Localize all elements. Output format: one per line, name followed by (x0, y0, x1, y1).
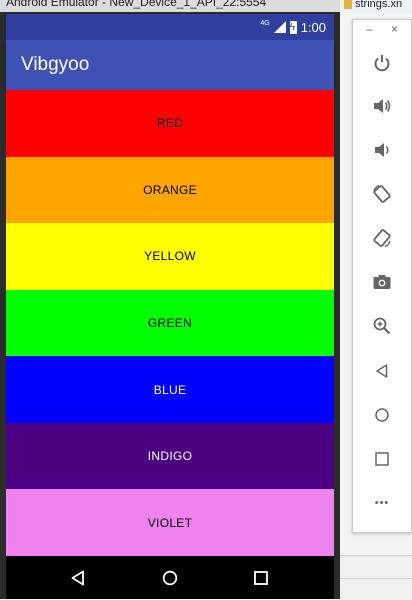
app-bar: Vibgyoo (6, 40, 334, 90)
color-row-violet[interactable]: VIOLET (6, 489, 334, 557)
camera-icon[interactable] (370, 270, 394, 294)
volume-up-icon[interactable] (370, 94, 394, 118)
toolbar-window-controls: – × (353, 22, 411, 36)
rotate-right-icon[interactable] (370, 226, 394, 250)
color-label: GREEN (147, 316, 193, 331)
signal-icon (273, 21, 286, 33)
power-icon[interactable] (370, 51, 394, 75)
status-bar: 4G 1:00 (6, 14, 334, 40)
color-row-yellow[interactable]: YELLOW (6, 223, 334, 290)
color-label: YELLOW (144, 249, 196, 264)
color-row-orange[interactable]: ORANGE (6, 156, 334, 224)
recents-icon[interactable] (253, 570, 269, 586)
navigation-bar (6, 556, 334, 599)
color-list: RED ORANGE YELLOW GREEN BLUE INDIGO VIOL… (6, 90, 334, 557)
rotate-left-icon[interactable] (370, 182, 394, 206)
network-type: 4G (260, 19, 270, 27)
close-button[interactable]: × (391, 22, 398, 36)
ide-bottom-panel (340, 555, 412, 600)
battery-charging-icon (289, 20, 297, 34)
color-row-indigo[interactable]: INDIGO (6, 422, 334, 490)
emulator-title: Android Emulator - New_Device_1_API_22:5… (6, 0, 267, 9)
status-time: 1:00 (300, 19, 326, 35)
home-icon[interactable] (162, 570, 178, 586)
emulator-title-bar: Android Emulator - New_Device_1_API_22:5… (0, 0, 340, 12)
overview-icon[interactable] (370, 447, 394, 471)
zoom-icon[interactable] (370, 314, 394, 338)
color-label: VIOLET (147, 515, 193, 530)
more-icon[interactable]: ••• (370, 491, 394, 515)
color-label: INDIGO (147, 449, 193, 464)
color-label: RED (156, 116, 184, 131)
back-icon[interactable] (370, 359, 394, 383)
color-label: ORANGE (143, 182, 197, 197)
volume-down-icon[interactable] (370, 138, 394, 162)
emulator-toolbar: – × ••• (352, 19, 412, 533)
app-title: Vibgyoo (21, 54, 90, 75)
color-row-red[interactable]: RED (6, 90, 334, 157)
color-label: BLUE (153, 382, 187, 397)
color-row-green[interactable]: GREEN (6, 289, 334, 357)
home-icon[interactable] (370, 403, 394, 427)
minimize-button[interactable]: – (366, 22, 373, 36)
ide-tab-label: strings.xn (355, 0, 403, 10)
ide-tab-strings[interactable]: strings.xn (344, 0, 402, 10)
color-row-blue[interactable]: BLUE (6, 356, 334, 423)
status-icons: 4G 1:00 (260, 19, 326, 35)
back-icon[interactable] (70, 570, 86, 586)
xml-file-icon (344, 0, 352, 9)
